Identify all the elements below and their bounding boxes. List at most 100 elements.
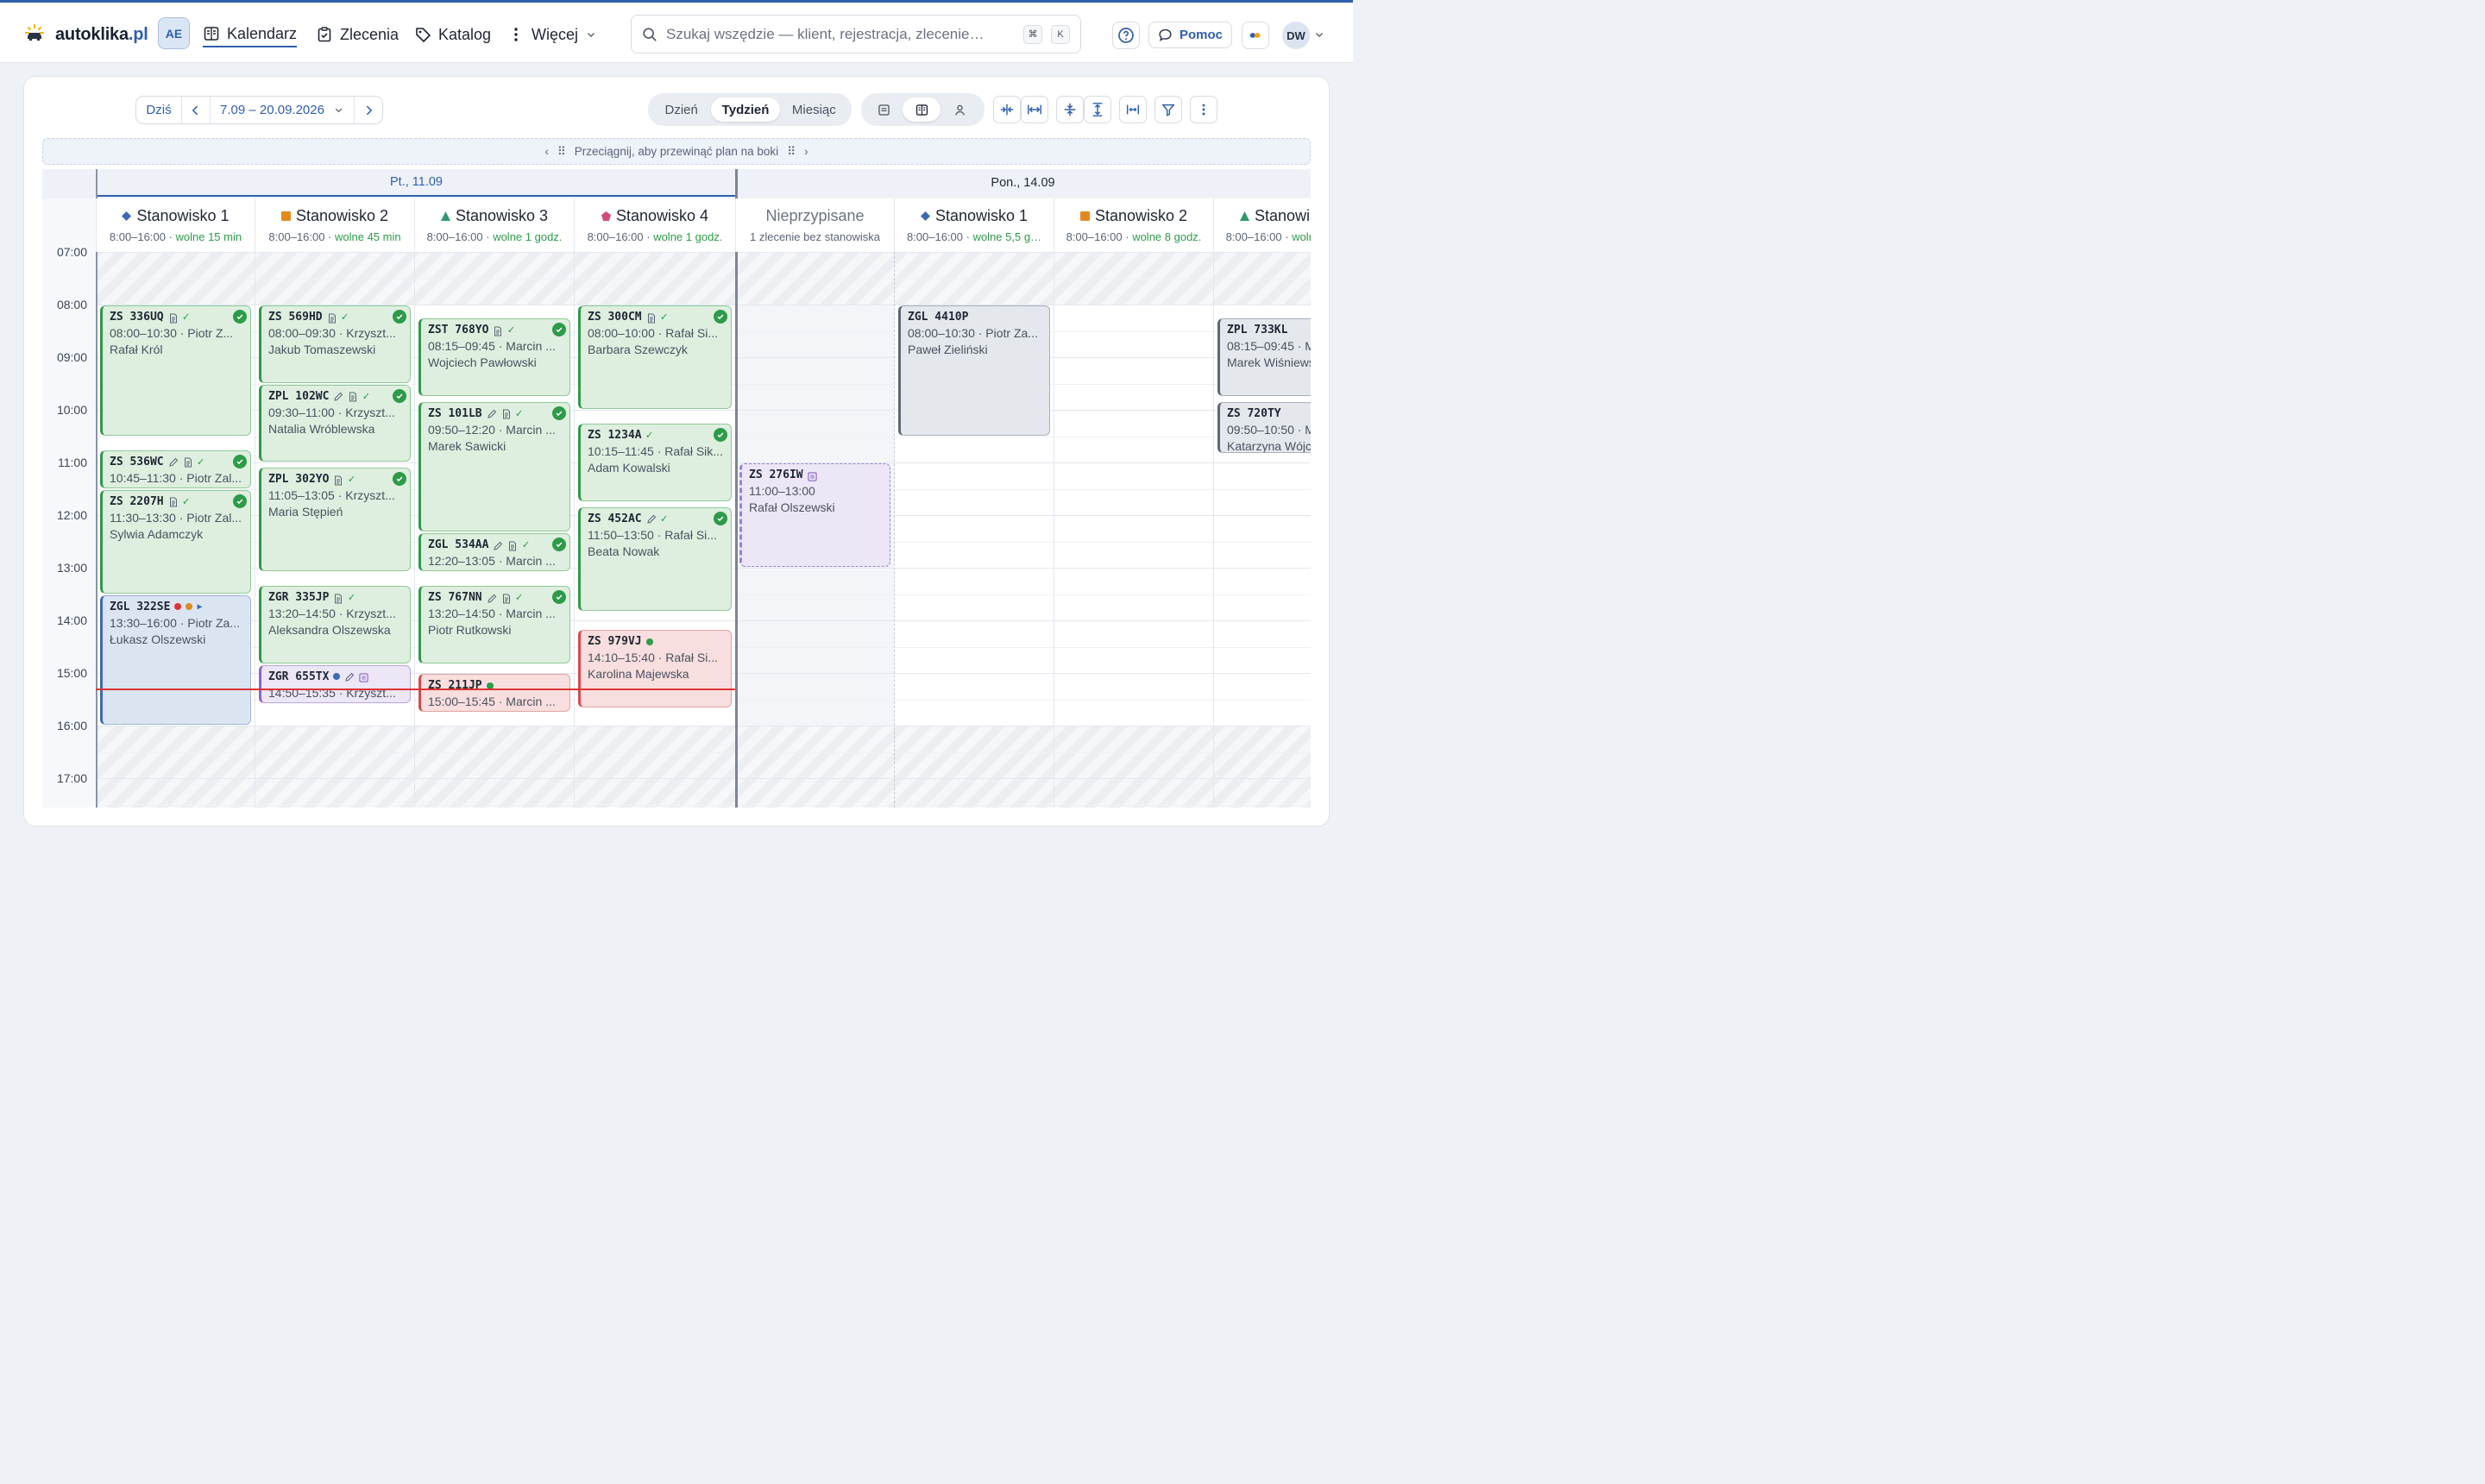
expand-vertical-button[interactable]	[1084, 96, 1111, 123]
order-client-name: Karolina Majewska	[588, 667, 689, 682]
order-card[interactable]: ZS 1234A ✓ 10:15–11:45 · Rafał Sik... Adam …	[578, 424, 732, 501]
search-input[interactable]: Szukaj wszędzie — klient, rejestracja, z…	[666, 26, 1015, 43]
chevron-right-icon[interactable]: ›	[804, 145, 808, 158]
order-card[interactable]: ZS 336UQ ✓ 08:00–10:30 · Piotr Z... Rafał K…	[100, 305, 251, 436]
nav-more-label: Więcej	[532, 25, 579, 43]
layout-list-button[interactable]	[865, 97, 903, 122]
next-week-button[interactable]	[355, 97, 382, 123]
order-plate-number: ZS 979VJ	[588, 633, 724, 650]
station-column-header[interactable]: Stanowisko 3 8:00–16:00 · wolne 1 godz.	[414, 198, 574, 252]
order-code: ZS 2207H	[110, 494, 164, 508]
order-card[interactable]: ZS 211JP 15:00–15:45 · Marcin ...	[418, 674, 570, 712]
nav-calendar[interactable]: Kalendarz	[203, 22, 298, 47]
edit-pencil-icon	[344, 671, 355, 682]
order-card[interactable]: ZS 101LB ✓ 09:50–12:20 · Marcin ... Marek S…	[418, 401, 570, 532]
station-name-label: Nieprzypisane	[765, 207, 865, 224]
column-divider	[735, 169, 738, 808]
workspace-badge[interactable]: AE	[158, 17, 190, 49]
station-diamond-icon	[122, 211, 132, 221]
order-plate-number: ZS 720TY	[1227, 406, 1311, 422]
station-column-header[interactable]: Stanowisko 4 8:00–16:00 · wolne 1 godz.	[574, 198, 735, 252]
order-card[interactable]: ZS 720TY 09:50–10:50 · Marcin ...Katarzyn…	[1217, 401, 1311, 453]
order-card[interactable]: ZPL 733KL 08:15–09:45 · Marcin ...Marek W…	[1217, 318, 1311, 396]
checkmark-icon: ✓	[660, 512, 668, 525]
station-name: Stanowisko 4	[575, 207, 735, 225]
completed-check-badge-icon	[233, 454, 247, 468]
order-plate-number: ZS 2207H ✓	[110, 494, 243, 510]
time-header-spacer	[42, 198, 96, 252]
station-column-header[interactable]: Stanowisko 3 8:00–16:00 · wolne 1 godz.	[1213, 198, 1311, 252]
station-column-header[interactable]: Stanowisko 2 8:00–16:00 · wolne 45 min	[255, 198, 414, 252]
order-card[interactable]: ZPL 302YO ✓ 11:05–13:05 · Krzyszt... Maria …	[259, 468, 411, 572]
collapse-vertical-button[interactable]	[1056, 96, 1084, 123]
logo-name: autoklika	[55, 25, 129, 44]
station-column-header[interactable]: Stanowisko 2 8:00–16:00 · wolne 8 godz.	[1054, 198, 1213, 252]
view-day[interactable]: Dzień	[651, 97, 711, 122]
user-menu-chevron-icon[interactable]	[1313, 28, 1325, 43]
order-card[interactable]: ZS 979VJ 14:10–15:40 · Rafał Si... Karolin…	[578, 630, 732, 707]
station-column-header[interactable]: Stanowisko 1 8:00–16:00 · wolne 15 min	[96, 198, 255, 252]
app-logo[interactable]: autoklika.pl	[55, 25, 148, 45]
list-doc-icon	[878, 104, 890, 116]
order-card[interactable]: ZS 2207H ✓ 11:30–13:30 · Piotr Zal... Sylwi…	[100, 489, 251, 594]
day-header[interactable]: Pon., 14.09	[735, 169, 1311, 197]
order-client-name: Rafał Olszewski	[749, 500, 835, 514]
horizontal-scroll-drag-bar[interactable]: ‹ ⠿ Przeciągnij, aby przewinąć plan na b…	[42, 138, 1311, 165]
nav-catalog[interactable]: Katalog	[414, 22, 491, 47]
order-card[interactable]: ZPL 102WC ✓ 09:30–11:00 · Krzyszt... Natali…	[259, 384, 411, 462]
completed-check-badge-icon	[233, 310, 247, 324]
help-chat-button[interactable]: Pomoc	[1148, 22, 1232, 48]
layout-columns-button[interactable]	[903, 97, 941, 122]
station-name: Stanowisko 3	[415, 207, 574, 225]
order-card[interactable]: ZS 536WC ✓ 10:45–11:30 · Piotr Zal...	[100, 450, 251, 488]
expand-horizontal-icon	[1028, 104, 1041, 115]
station-free-time: wolne 1 godz.	[493, 230, 563, 243]
document-icon	[168, 496, 179, 507]
date-range-picker[interactable]: 7.09 – 20.09.2026	[211, 97, 355, 123]
station-name: Stanowisko 2	[1054, 207, 1213, 225]
order-client-name: Katarzyna Wójcik	[1227, 438, 1311, 453]
station-column-header[interactable]: Nieprzypisane 1 zlecenie bez stanowiska	[735, 198, 894, 252]
order-card[interactable]: ZS 452AC ✓ 11:50–13:50 · Rafał Si... Beata …	[578, 506, 732, 611]
order-client-name: Wojciech Pawłowski	[428, 355, 537, 370]
half-hour-line	[96, 751, 1311, 753]
order-card[interactable]: ZST 768YO ✓ 08:15–09:45 · Marcin ... Wojcie…	[418, 318, 570, 396]
chevron-left-icon[interactable]: ‹	[544, 145, 549, 158]
prev-week-button[interactable]	[182, 97, 211, 123]
order-card[interactable]: ZGL 322SE ▶ 13:30–16:00 · Piotr Za... Łukas…	[100, 594, 251, 725]
document-icon	[183, 456, 193, 468]
global-search[interactable]: Szukaj wszędzie — klient, rejestracja, z…	[631, 15, 1081, 53]
order-card[interactable]: ZGR 655TX 14:50–15:35 · Krzyszt...	[259, 664, 411, 703]
order-card[interactable]: ZGL 534AA ✓ 12:20–13:05 · Marcin ...	[418, 533, 570, 572]
collapse-horizontal-button[interactable]	[993, 96, 1021, 123]
order-card[interactable]: ZS 300CM ✓ 08:00–10:00 · Rafał Si... Barbar…	[578, 305, 732, 409]
order-card[interactable]: ZGR 335JP ✓ 13:20–14:50 · Krzyszt... Aleksa…	[259, 586, 411, 663]
today-button[interactable]: Dziś	[136, 97, 182, 123]
more-options-button[interactable]	[1190, 96, 1217, 123]
column-divider	[894, 252, 895, 808]
help-icon-button[interactable]	[1112, 22, 1140, 49]
order-plate-number: ZGL 534AA ✓	[428, 537, 563, 553]
order-code: ZS 979VJ	[588, 635, 642, 649]
user-avatar[interactable]: DW	[1282, 22, 1310, 49]
order-card[interactable]: ZS 569HD ✓ 08:00–09:30 · Krzyszt... Jakub T…	[259, 305, 411, 383]
filter-button[interactable]	[1154, 96, 1182, 123]
integration-button[interactable]	[1242, 22, 1269, 49]
fit-width-button[interactable]	[1119, 96, 1147, 123]
station-name: Stanowisko 2	[255, 207, 414, 225]
order-card[interactable]: ZS 767NN ✓ 13:20–14:50 · Marcin ... Piotr R…	[418, 586, 570, 663]
order-card[interactable]: ZGL 4410P 08:00–10:30 · Piotr Za... Paweł …	[898, 305, 1050, 436]
station-free-time: wolne 1 godz.	[653, 230, 723, 243]
nav-orders[interactable]: Zlecenia	[316, 22, 399, 47]
view-month[interactable]: Miesiąc	[780, 97, 848, 122]
order-card[interactable]: ZS 276IW 11:00–13:00 Rafał Olszewski	[739, 463, 890, 567]
order-time-mechanic: 08:00–09:30 · Krzyszt...	[268, 326, 396, 340]
layout-person-button[interactable]	[941, 97, 978, 122]
day-header[interactable]: Pt., 11.09	[96, 169, 735, 197]
nav-more[interactable]: Więcej	[507, 22, 597, 47]
column-divider	[414, 252, 415, 808]
expand-horizontal-button[interactable]	[1021, 96, 1048, 123]
document-icon	[501, 593, 512, 604]
station-column-header[interactable]: Stanowisko 1 8:00–16:00 · wolne 5,5 g…	[894, 198, 1054, 252]
view-week[interactable]: Tydzień	[711, 97, 780, 122]
